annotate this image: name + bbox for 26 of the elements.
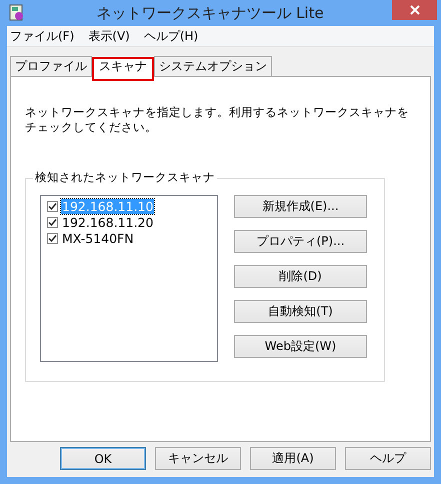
action-button[interactable]: 自動検知(T) xyxy=(234,300,367,323)
tab[interactable]: スキャナ xyxy=(92,57,154,81)
close-icon xyxy=(410,5,420,15)
tab[interactable]: プロファイル xyxy=(10,56,92,76)
checkbox[interactable] xyxy=(47,200,58,212)
menu-item[interactable]: ファイル(F) xyxy=(10,28,74,44)
close-button[interactable] xyxy=(392,0,437,20)
scanner-item[interactable]: MX-5140FN xyxy=(61,230,135,246)
menu-item[interactable]: ヘルプ(H) xyxy=(144,28,198,44)
menu-item[interactable]: 表示(V) xyxy=(88,28,130,44)
tab[interactable]: システムオプション xyxy=(154,56,272,76)
action-button[interactable]: Web設定(W) xyxy=(234,335,367,358)
group-title: 検知されたネットワークスキャナ xyxy=(33,170,217,185)
checkbox[interactable] xyxy=(47,216,58,228)
dialog-button[interactable]: キャンセル xyxy=(155,447,241,470)
description-text: ネットワークスキャナを指定します。利用するネットワークスキャナをチェックしてください。 xyxy=(25,105,410,135)
action-button[interactable]: 削除(D) xyxy=(234,265,367,288)
dialog-button[interactable]: OK xyxy=(60,447,146,470)
scanner-app-icon xyxy=(8,4,26,22)
action-button[interactable]: プロパティ(P)... xyxy=(234,230,367,253)
dialog-button[interactable]: 適用(A) xyxy=(250,447,336,470)
dialog-button[interactable]: ヘルプ xyxy=(345,447,431,470)
scanner-item[interactable]: 192.168.11.20 xyxy=(61,214,154,230)
action-button[interactable]: 新規作成(E)... xyxy=(234,195,367,218)
window-title: ネットワークスキャナツール Lite xyxy=(95,4,325,22)
checkbox[interactable] xyxy=(47,232,58,244)
